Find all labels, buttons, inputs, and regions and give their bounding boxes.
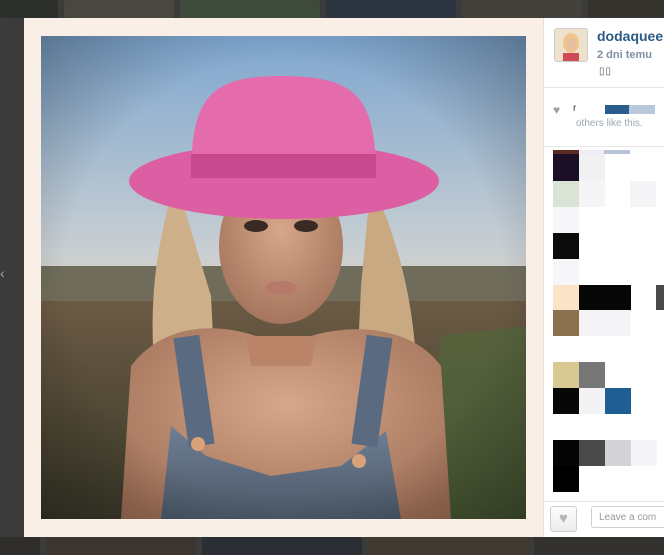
comment-text <box>631 440 657 466</box>
comment-avatar[interactable] <box>553 310 579 336</box>
comment-avatar[interactable] <box>553 388 579 414</box>
avatar[interactable] <box>554 28 588 62</box>
liker-name-link[interactable]: r <box>573 103 576 114</box>
like-button[interactable]: ♥ <box>550 506 577 532</box>
feed-thumbnail[interactable] <box>0 0 58 18</box>
comment-text <box>579 310 631 336</box>
comment-avatar[interactable] <box>579 285 631 310</box>
likes-section: ♥ r others like this. <box>544 88 664 147</box>
liker-name-link[interactable] <box>629 105 655 114</box>
photo-modal: dodaquee 2 dni temu ▯▯ ♥ r others like t… <box>24 18 664 537</box>
comment-footer: ♥ Leave a com <box>544 501 664 537</box>
heart-icon: ♥ <box>559 510 568 527</box>
comment-avatar[interactable] <box>656 285 664 310</box>
post-details-panel: dodaquee 2 dni temu ▯▯ ♥ r others like t… <box>544 18 664 537</box>
comment-text <box>630 181 656 207</box>
photo-vignette <box>41 36 526 519</box>
comment-avatar[interactable] <box>553 233 579 259</box>
feed-thumbnail[interactable] <box>326 0 456 18</box>
heart-icon: ♥ <box>553 103 561 117</box>
avatar-image <box>555 29 587 61</box>
username-link[interactable]: dodaquee <box>597 28 663 44</box>
likes-others-text: others like this. <box>576 118 643 129</box>
feed-thumbnail[interactable] <box>588 0 664 18</box>
post-header: dodaquee 2 dni temu ▯▯ <box>544 18 664 88</box>
comment-avatar[interactable] <box>553 181 579 207</box>
comment-avatar[interactable] <box>553 466 579 492</box>
comment-avatar[interactable] <box>553 285 579 310</box>
feed-thumbnail[interactable] <box>534 537 664 555</box>
comment-avatar[interactable] <box>553 440 579 466</box>
comment-avatar[interactable] <box>605 388 631 414</box>
comment-avatar[interactable] <box>579 440 605 466</box>
comment-avatar[interactable] <box>553 362 579 388</box>
background-feed-bottom <box>0 537 664 555</box>
previous-arrow-icon[interactable]: ‹ <box>0 262 6 284</box>
comment-text <box>553 207 579 233</box>
comment-text <box>579 388 605 414</box>
photo-illustration <box>41 36 526 519</box>
caption-text: ▯▯ <box>599 66 613 77</box>
comment-avatar[interactable] <box>579 362 605 388</box>
feed-thumbnail[interactable] <box>180 0 320 18</box>
comment-text <box>604 150 630 154</box>
feed-thumbnail[interactable] <box>202 537 362 555</box>
comment-text <box>605 440 631 466</box>
post-photo[interactable] <box>41 36 526 519</box>
comments-list <box>544 147 664 507</box>
feed-thumbnail[interactable] <box>64 0 174 18</box>
photo-panel <box>24 18 544 537</box>
feed-thumbnail[interactable] <box>0 537 40 555</box>
background-feed-top <box>0 0 664 18</box>
comment-input[interactable]: Leave a com <box>591 506 664 528</box>
feed-thumbnail[interactable] <box>462 0 582 18</box>
post-timestamp[interactable]: 2 dni temu <box>597 49 652 61</box>
liker-name-link[interactable] <box>605 105 629 114</box>
comment-text <box>579 181 605 207</box>
feed-thumbnail[interactable] <box>46 537 196 555</box>
comment-text <box>553 259 579 285</box>
feed-thumbnail[interactable] <box>368 537 528 555</box>
comment-text <box>579 154 605 181</box>
comment-avatar[interactable] <box>553 154 579 181</box>
